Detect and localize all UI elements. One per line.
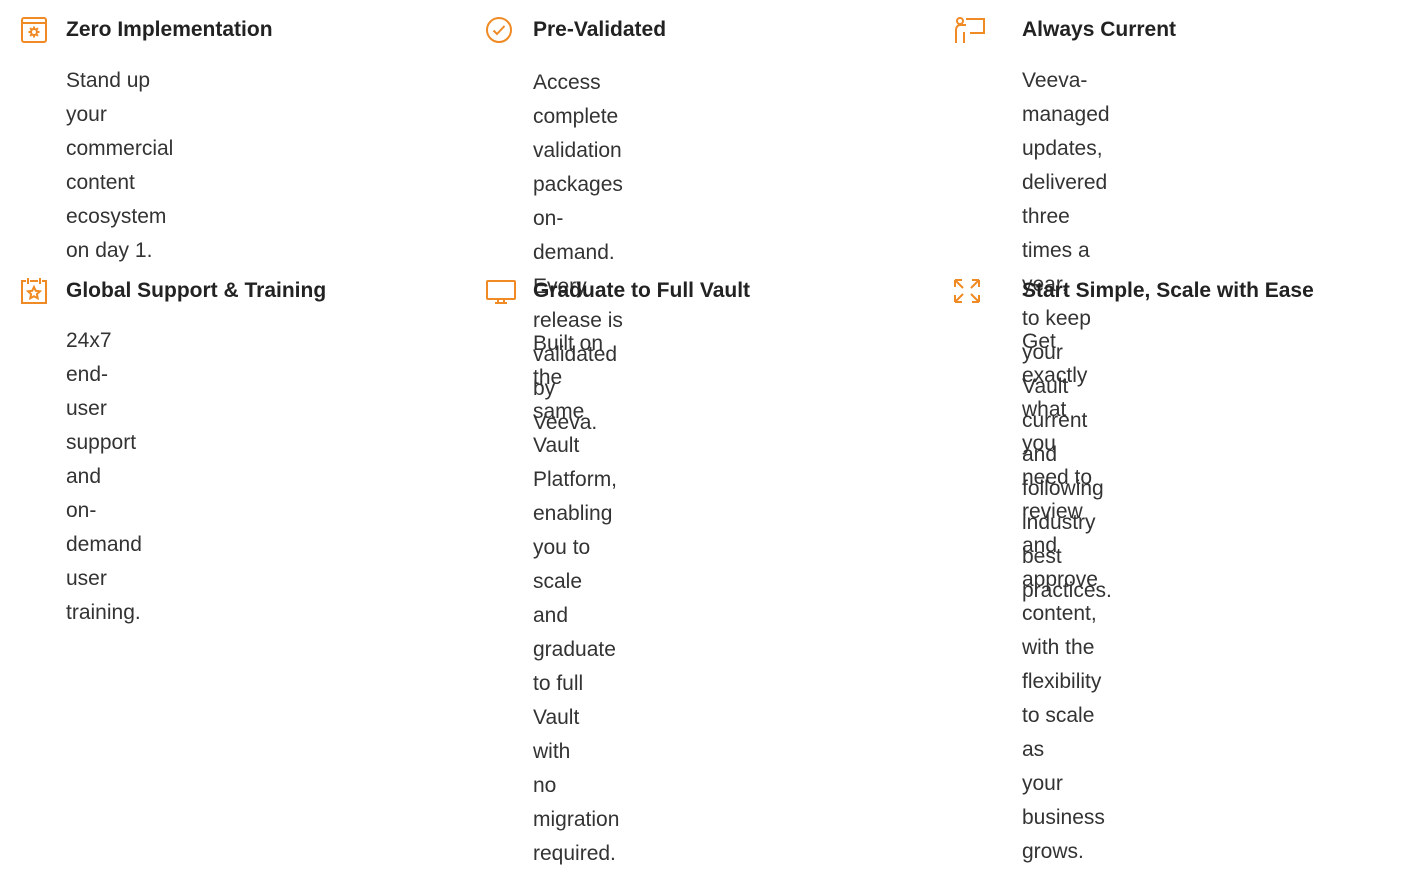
feature-title: Always Current (1022, 18, 1177, 41)
feature-title: Zero Implementation (66, 18, 273, 41)
feature-description: Get exactly what you need to review and … (1022, 330, 1105, 863)
feature-description: 24x7 end-user support and on-demand user… (66, 329, 142, 624)
check-circle-icon (485, 16, 513, 44)
star-calendar-icon (20, 277, 48, 305)
feature-title: Graduate to Full Vault (533, 279, 751, 302)
monitor-icon (485, 277, 517, 305)
presenter-icon (952, 16, 986, 44)
feature-description: Built on the same Vault Platform, enabli… (533, 332, 620, 865)
feature-title: Start Simple, Scale with Ease (1022, 279, 1314, 302)
feature-description: Stand up your commercial content ecosyst… (66, 69, 174, 262)
expand-arrows-icon (952, 277, 982, 305)
settings-gear-icon (20, 16, 48, 44)
feature-title: Pre-Validated (533, 18, 667, 41)
feature-title: Global Support & Training (66, 279, 327, 302)
